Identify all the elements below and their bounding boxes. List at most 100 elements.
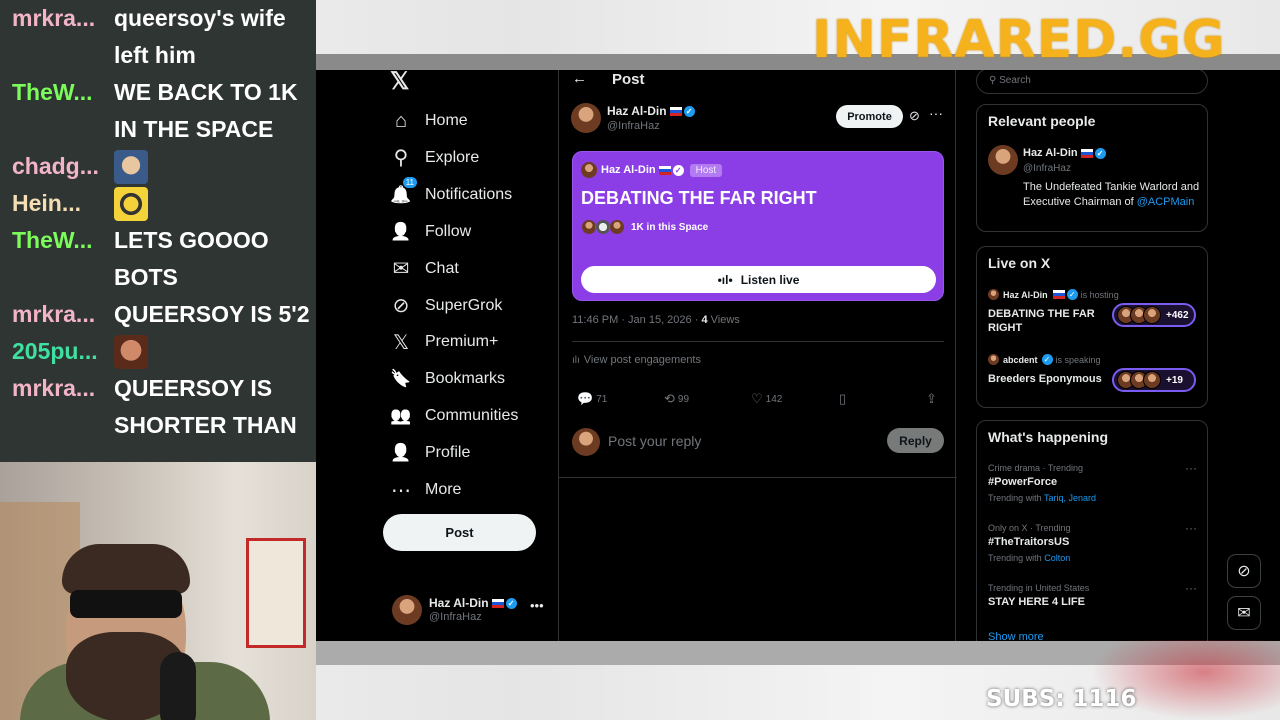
chat-username[interactable]: TheW... xyxy=(12,74,114,148)
more-icon[interactable]: ··· xyxy=(1185,581,1197,595)
sidebar-item-more[interactable]: ⋯ More xyxy=(388,475,461,505)
post-time[interactable]: 11:46 PM · Jan 15, 2026 · xyxy=(572,314,701,326)
grok-float-icon[interactable]: ⊘ xyxy=(1227,554,1261,588)
sidebar-item-profile[interactable]: 👤 Profile xyxy=(388,438,470,468)
avatar[interactable] xyxy=(571,103,601,133)
reply-input[interactable]: Post your reply xyxy=(608,433,701,449)
chat-username[interactable]: mrkra... xyxy=(12,296,114,333)
messages-float-icon[interactable]: ✉ xyxy=(1227,596,1261,630)
repost-action[interactable]: ⟲ 99 xyxy=(664,391,689,407)
trend-context: Trending in United States xyxy=(988,583,1090,593)
emote-face-icon xyxy=(114,150,148,184)
trend-tag[interactable]: #TheTraitorsUS xyxy=(988,536,1069,548)
listen-live-button[interactable]: •ıl• Listen live xyxy=(581,266,936,293)
search-icon: ⚲ xyxy=(388,145,414,171)
grok-icon[interactable]: ⊘ xyxy=(909,108,920,124)
chat-username[interactable]: 205pu... xyxy=(12,333,114,370)
chat-message-text xyxy=(114,185,148,222)
live-space-title[interactable]: DEBATING THE FAR RIGHT xyxy=(988,307,1118,335)
sidebar-item-supergrok[interactable]: ⊘ SuperGrok xyxy=(388,291,503,321)
chat-username[interactable]: mrkra... xyxy=(12,0,114,74)
avatar[interactable] xyxy=(988,145,1018,175)
sidebar-item-premium[interactable]: 𝕏 Premium+ xyxy=(388,327,498,357)
account-switcher[interactable]: Haz Al-Din ✓ @InfraHaz ••• xyxy=(392,593,552,629)
russia-flag-icon xyxy=(658,165,671,175)
reply-composer: Post your reply Reply xyxy=(572,427,944,459)
reply-action[interactable]: 💬 71 xyxy=(577,391,607,407)
trend-context: Only on X · Trending xyxy=(988,523,1071,533)
trend-with-links[interactable]: Colton xyxy=(1044,553,1070,563)
bell-icon-glyph: 🔔 xyxy=(390,184,412,204)
chat-text-line: WE BACK TO 1K xyxy=(114,79,298,105)
bookmark-action[interactable]: ▯ xyxy=(839,391,849,407)
trend-context: Crime drama · Trending xyxy=(988,463,1084,473)
search-input[interactable]: ⚲ Search xyxy=(976,70,1208,94)
profile-icon: 👤 xyxy=(388,440,414,466)
promote-button[interactable]: Promote xyxy=(836,105,903,128)
more-icon[interactable]: ··· xyxy=(929,105,943,121)
sidebar-item-label: Communities xyxy=(425,407,519,425)
subscriber-count: SUBS: 1116 xyxy=(986,686,1137,712)
live-space-title[interactable]: Breeders Eponymous xyxy=(988,372,1118,386)
sidebar-item-follow[interactable]: 👤 Follow xyxy=(388,217,471,247)
avatar xyxy=(392,595,422,625)
more-icon[interactable]: ··· xyxy=(1185,461,1197,475)
trend-tag[interactable]: STAY HERE 4 LIFE xyxy=(988,596,1085,608)
sidebar-item-home[interactable]: ⌂ Home xyxy=(388,106,468,136)
bookmark-icon: 🔖 xyxy=(388,366,414,392)
more-circle-icon-glyph: ⋯ xyxy=(391,479,411,502)
trend-tag[interactable]: #PowerForce xyxy=(988,476,1057,488)
author-name[interactable]: Haz Al-Din xyxy=(607,104,667,118)
space-audience-count: 1K in this Space xyxy=(631,221,709,233)
chat-username[interactable]: mrkra... xyxy=(12,370,114,444)
more-icon[interactable]: ··· xyxy=(1185,521,1197,535)
sidebar-item-label: Premium+ xyxy=(425,333,499,351)
more-icon[interactable]: ••• xyxy=(530,598,544,613)
chat-message: TheW... WE BACK TO 1K IN THE SPACE xyxy=(0,74,316,148)
bookmark-icon: ▯ xyxy=(839,391,847,406)
chat-message-text: QUEERSOY IS SHORTER THAN xyxy=(114,370,297,444)
live-space-listeners[interactable]: +19 xyxy=(1112,368,1196,392)
listen-live-label: Listen live xyxy=(740,272,800,287)
sidebar-item-chat[interactable]: ✉ Chat xyxy=(388,254,459,284)
live-space-host[interactable]: abcdent ✓ is speaking xyxy=(988,354,1101,365)
post-engagements-link[interactable]: ılı View post engagements xyxy=(572,354,701,366)
share-action[interactable]: ⇪ xyxy=(926,391,940,407)
reply-button[interactable]: Reply xyxy=(887,428,944,453)
sidebar-item-bookmarks[interactable]: 🔖 Bookmarks xyxy=(388,364,505,394)
brand-logo: INFRARED.GG xyxy=(812,10,1226,70)
chat-message: mrkra... queersoy's wife left him xyxy=(0,0,316,74)
live-listener-count: +19 xyxy=(1166,374,1183,386)
communities-icon: 👥 xyxy=(388,403,414,429)
author-handle[interactable]: @InfraHaz xyxy=(607,120,660,132)
search-icon: ⚲ xyxy=(989,75,1000,86)
engagements-label: View post engagements xyxy=(583,354,701,366)
sidebar-item-notifications[interactable]: 🔔 11 Notifications xyxy=(388,176,512,210)
person-name[interactable]: Haz Al-Din xyxy=(1023,147,1078,159)
back-arrow-icon[interactable]: ← xyxy=(572,70,587,87)
show-more-link[interactable]: Show more xyxy=(988,631,1044,641)
chat-username[interactable]: TheW... xyxy=(12,222,114,296)
x-logo-icon[interactable]: 𝕏 xyxy=(390,70,414,94)
bio-link[interactable]: @ACPMain xyxy=(1137,196,1195,208)
compose-post-button[interactable]: Post xyxy=(383,514,536,551)
grok-icon-glyph: ⊘ xyxy=(392,295,410,317)
live-space-host[interactable]: Haz Al-Din ✓ is hosting xyxy=(988,289,1119,300)
sidebar-item-explore[interactable]: ⚲ Explore xyxy=(388,143,480,173)
verified-icon: ✓ xyxy=(1066,289,1078,300)
sidebar-item-label: Home xyxy=(425,112,468,129)
chat-username[interactable]: chadg... xyxy=(12,148,114,185)
live-space-listeners[interactable]: +462 xyxy=(1112,303,1196,327)
trend-with-links[interactable]: Tariq, Jenard xyxy=(1044,493,1096,503)
post-author: Haz Al-Din ✓ @InfraHaz Promote ⊘ ··· xyxy=(571,103,951,139)
page-title: Post xyxy=(612,71,645,88)
chat-text-line: IN THE SPACE xyxy=(114,116,274,142)
sidebar-item-label: Explore xyxy=(425,148,480,166)
like-action[interactable]: ♡ 142 xyxy=(751,391,782,407)
person-handle[interactable]: @InfraHaz xyxy=(1023,163,1071,174)
home-icon: ⌂ xyxy=(388,108,414,134)
space-card[interactable]: Haz Al-Din ✓ Host DEBATING THE FAR RIGHT … xyxy=(572,151,944,301)
sidebar-item-communities[interactable]: 👥 Communities xyxy=(388,401,518,431)
chat-username[interactable]: Hein... xyxy=(12,185,114,222)
repost-icon: ⟲ xyxy=(664,391,675,406)
